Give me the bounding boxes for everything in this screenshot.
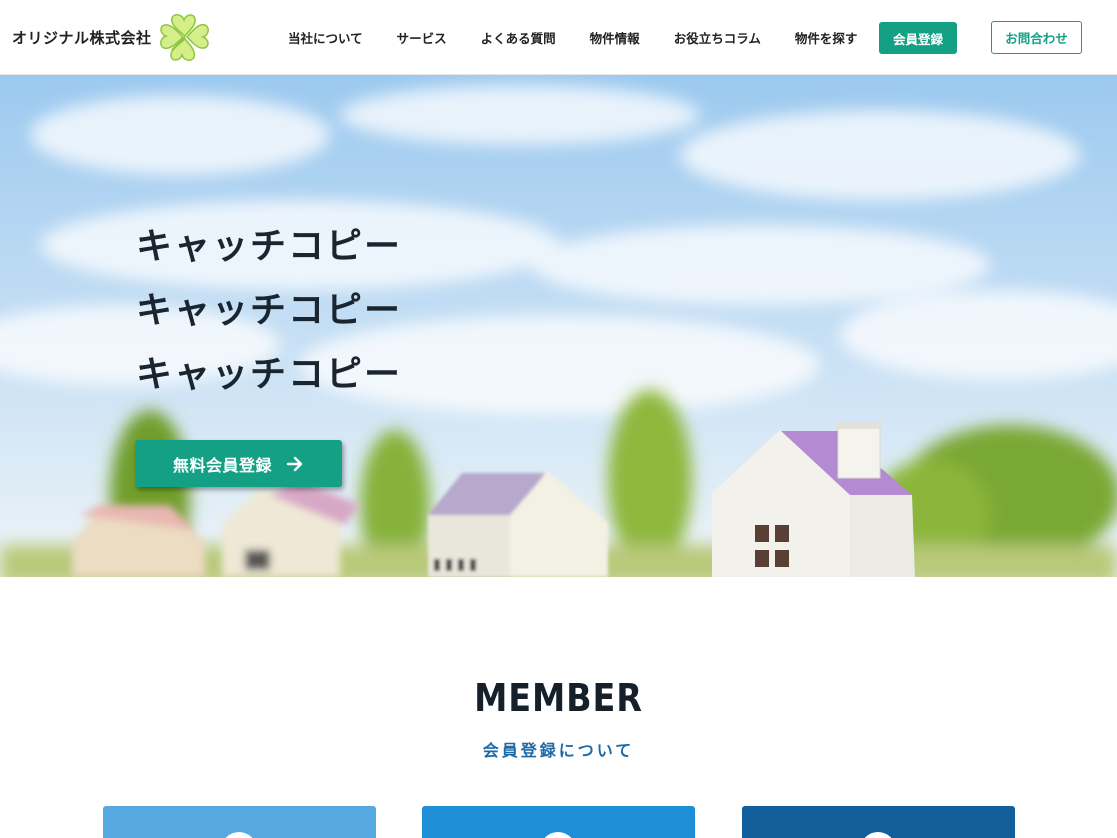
catch-copy-line-3: キャッチコピー — [136, 354, 403, 395]
main-nav: 当社について サービス よくある質問 物件情報 お役立ちコラム 物件を探す — [288, 0, 857, 75]
contact-button[interactable]: お問合わせ — [991, 21, 1082, 54]
logo-text: オリジナル株式会社 — [12, 28, 152, 47]
site-header: オリジナル株式会社 当社について サービス よくある質問 物件情報 お役立ちコラ… — [0, 0, 1117, 75]
member-card-icon-circle — [860, 832, 896, 838]
register-button[interactable]: 会員登録 — [879, 22, 957, 54]
member-card[interactable] — [742, 806, 1015, 838]
nav-faq[interactable]: よくある質問 — [481, 28, 556, 47]
nav-search-property[interactable]: 物件を探す — [795, 28, 858, 47]
nav-service[interactable]: サービス — [397, 28, 447, 47]
nav-column[interactable]: お役立ちコラム — [674, 28, 761, 47]
nav-properties[interactable]: 物件情報 — [590, 28, 640, 47]
nav-about[interactable]: 当社について — [288, 28, 363, 47]
free-register-label: 無料会員登録 — [172, 455, 272, 475]
catch-copy-line-1: キャッチコピー — [136, 226, 403, 267]
member-section-subtitle: 会員登録について — [482, 741, 635, 760]
member-card[interactable] — [422, 806, 695, 838]
member-card-icon-circle — [221, 832, 257, 838]
clover-icon — [159, 14, 209, 61]
arrow-right-icon — [286, 456, 303, 471]
member-section-title: MEMBER — [474, 676, 643, 720]
hero-section: キャッチコピー キャッチコピー キャッチコピー 無料会員登録 — [0, 75, 1117, 577]
catch-copy-line-2: キャッチコピー — [136, 290, 403, 331]
logo[interactable]: オリジナル株式会社 — [12, 10, 214, 64]
member-card-icon-circle — [540, 832, 576, 838]
free-register-button[interactable]: 無料会員登録 — [135, 440, 342, 487]
member-card[interactable] — [103, 806, 376, 838]
